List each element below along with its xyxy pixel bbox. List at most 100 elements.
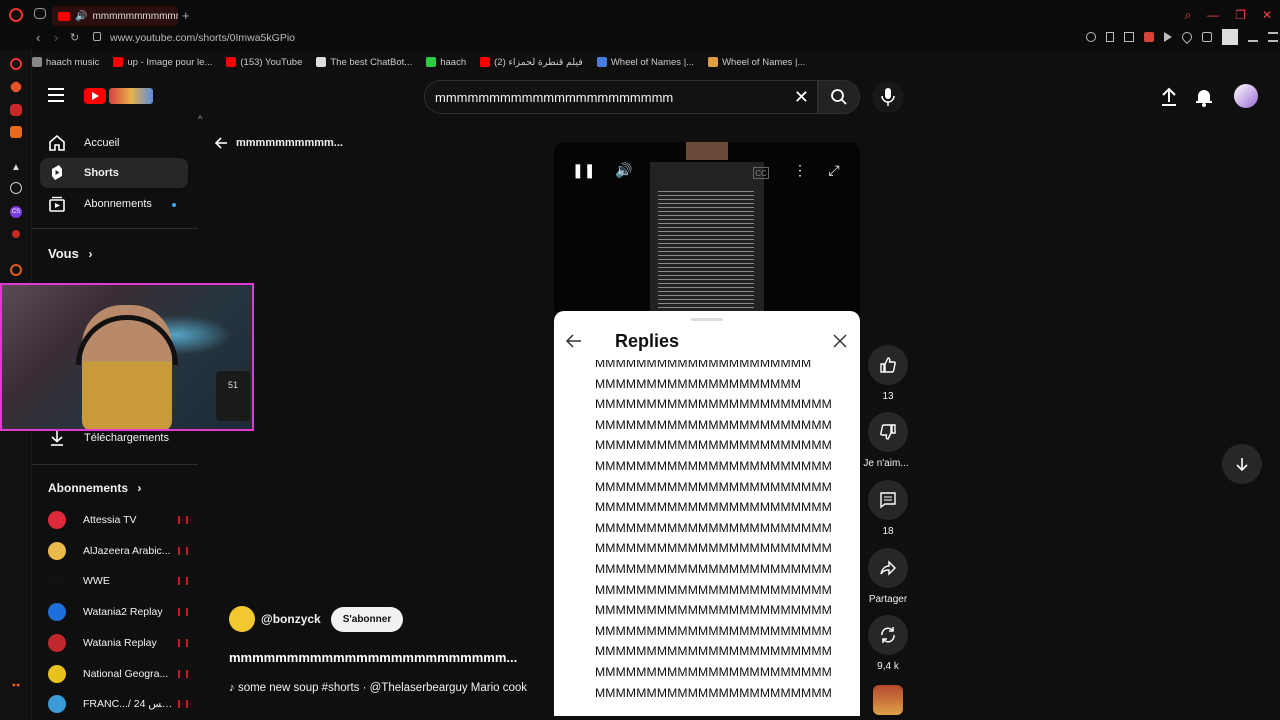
- comments-button[interactable]: [868, 480, 908, 520]
- sidebar-item-accueil[interactable]: Accueil: [40, 128, 188, 158]
- bookmark-item[interactable]: The best ChatBot...: [316, 57, 412, 68]
- upload-icon[interactable]: [1158, 86, 1180, 108]
- pin-icon[interactable]: [1106, 32, 1114, 42]
- bookmark-item[interactable]: Wheel of Names |...: [708, 57, 805, 68]
- share-button[interactable]: [868, 548, 908, 588]
- sidebar-item-shorts[interactable]: Shorts: [40, 158, 188, 188]
- tab-switcher-icon[interactable]: [34, 8, 46, 19]
- remix-button[interactable]: [868, 615, 908, 655]
- sound-thumbnail[interactable]: [873, 685, 903, 715]
- opera-o-icon[interactable]: [10, 58, 22, 70]
- menu-icon[interactable]: [1268, 32, 1278, 42]
- bookmark-item[interactable]: فيلم قنطرة لحمزاء (2): [480, 57, 583, 68]
- heart-icon[interactable]: [1179, 29, 1195, 45]
- channel-name: Attessia TV: [83, 514, 137, 526]
- subscription-channel-item[interactable]: AlJazeera Arabic...: [48, 539, 188, 563]
- ai-icon[interactable]: ▲: [10, 160, 22, 173]
- close-window-button[interactable]: ✕: [1262, 8, 1272, 23]
- channel-handle[interactable]: @bonzyck: [261, 612, 321, 626]
- bookmark-item[interactable]: haach: [426, 57, 466, 68]
- reply-text-line: MMMMMMMMMMMMMMMMMMMMM: [595, 360, 812, 370]
- subscription-channel-item[interactable]: WWE: [48, 569, 188, 593]
- dislike-button[interactable]: [868, 412, 908, 452]
- opera-settings-icon[interactable]: [10, 264, 22, 276]
- search-box[interactable]: mmmmmmmmmmmmmmmmmmmmmm ✕: [424, 80, 818, 114]
- chatgpt-icon[interactable]: [10, 182, 22, 194]
- drag-handle[interactable]: [691, 318, 723, 321]
- sidebar-item-downloads[interactable]: Téléchargements: [40, 423, 188, 453]
- minimize-button[interactable]: —: [1207, 8, 1219, 23]
- bookmark-item[interactable]: haach music: [32, 57, 99, 68]
- restore-button[interactable]: ❐: [1235, 8, 1246, 23]
- profile-icon[interactable]: [1222, 29, 1238, 45]
- bookmark-item[interactable]: (153) YouTube: [226, 57, 302, 68]
- subscription-channel-item[interactable]: Watania2 Replay: [48, 600, 188, 624]
- bookmark-item[interactable]: up - Image pour le...: [113, 57, 212, 68]
- back-arrow-icon[interactable]: [564, 331, 584, 351]
- like-count: 13: [882, 391, 894, 402]
- dislike-action[interactable]: Je n'aim...: [863, 412, 910, 469]
- zoom-icon[interactable]: [1086, 32, 1096, 42]
- bookmark-favicon-icon: [708, 57, 719, 67]
- live-indicator-icon: [178, 608, 188, 616]
- new-tab-button[interactable]: +: [182, 8, 190, 23]
- reply-text-line: MMMMMMMMMMMMMMMMMMMMMMM: [595, 644, 832, 659]
- search-input[interactable]: mmmmmmmmmmmmmmmmmmmmmm: [435, 90, 673, 105]
- guide-menu-icon[interactable]: [48, 88, 64, 102]
- shorts-video-player[interactable]: ❚❚ 🔊 CC ⋮ ⤢: [554, 142, 860, 322]
- sidebar-item-abonnements[interactable]: Abonnements: [40, 189, 188, 219]
- short-title[interactable]: mmmmmmmmmmmmmmmmmmmmmmmm...: [229, 650, 517, 665]
- like-action[interactable]: 13: [866, 345, 910, 402]
- back-arrow-icon[interactable]: [214, 136, 228, 150]
- share-action[interactable]: Partager: [866, 548, 910, 605]
- browser-tab-active[interactable]: 🔊 mmmmmmmmmmmm: [52, 6, 178, 26]
- forward-nav-icon[interactable]: ›: [54, 30, 58, 45]
- close-icon[interactable]: [830, 331, 850, 351]
- snapshot-icon[interactable]: [1124, 32, 1134, 42]
- search-tabs-icon[interactable]: ⌕: [1184, 8, 1191, 23]
- voice-search-button[interactable]: [872, 81, 904, 113]
- search-button[interactable]: [818, 80, 860, 114]
- instagram-icon[interactable]: [10, 126, 22, 138]
- subscription-channel-item[interactable]: Attessia TV: [48, 508, 188, 532]
- bookmark-item[interactable]: Wheel of Names |...: [596, 57, 694, 68]
- shield-icon[interactable]: [1144, 32, 1154, 42]
- url-text[interactable]: www.youtube.com/shorts/0Imwa5kGPio: [110, 32, 295, 44]
- record-icon[interactable]: [12, 230, 20, 238]
- download-icon[interactable]: [1248, 32, 1258, 42]
- sidebar-section-you[interactable]: Vous ›: [48, 246, 92, 261]
- extensions-icon[interactable]: [1202, 32, 1212, 42]
- subscribe-button[interactable]: S'abonner: [330, 606, 404, 632]
- back-nav-icon[interactable]: ‹: [36, 30, 40, 45]
- aria-icon[interactable]: [8, 79, 24, 95]
- cs-icon[interactable]: CS: [10, 206, 22, 218]
- streamer-webcam-overlay: 51: [0, 283, 254, 431]
- remix-action[interactable]: 9,4 k: [866, 615, 910, 672]
- fullscreen-button[interactable]: ⤢: [823, 162, 845, 184]
- notifications-bell-icon[interactable]: [1193, 86, 1215, 108]
- more-icon[interactable]: ●●: [10, 682, 22, 690]
- youtube-logo[interactable]: [84, 86, 154, 106]
- you-label: Vous: [48, 246, 79, 261]
- send-icon[interactable]: [1164, 32, 1172, 42]
- reload-icon[interactable]: ↻: [70, 31, 79, 44]
- clear-search-icon[interactable]: ✕: [794, 87, 809, 108]
- channel-avatar[interactable]: [229, 606, 255, 632]
- sidebar-section-subscriptions[interactable]: Abonnements ›: [48, 481, 141, 495]
- opera-logo-icon[interactable]: [9, 8, 23, 22]
- shorts-back-header[interactable]: mmmmmmmmmm...: [214, 136, 343, 150]
- captions-button[interactable]: CC: [753, 167, 769, 179]
- comments-action[interactable]: 18: [866, 480, 910, 537]
- like-button[interactable]: [868, 345, 908, 385]
- next-short-button[interactable]: [1222, 444, 1262, 484]
- sidebar-collapse-icon[interactable]: ^: [198, 114, 202, 124]
- short-description[interactable]: ♪ some new soup #shorts · @Thelaserbearg…: [229, 682, 543, 694]
- more-options-button[interactable]: ⋮: [789, 162, 811, 184]
- subscription-channel-item[interactable]: FRANC.../ قرانس 24: [48, 692, 188, 716]
- player-icon[interactable]: [10, 104, 22, 116]
- subscription-channel-item[interactable]: National Geogra...: [48, 662, 188, 686]
- subscription-channel-item[interactable]: Watania Replay: [48, 631, 188, 655]
- pause-button[interactable]: ❚❚: [572, 162, 595, 184]
- volume-button[interactable]: 🔊: [613, 162, 635, 184]
- user-avatar[interactable]: [1234, 84, 1258, 108]
